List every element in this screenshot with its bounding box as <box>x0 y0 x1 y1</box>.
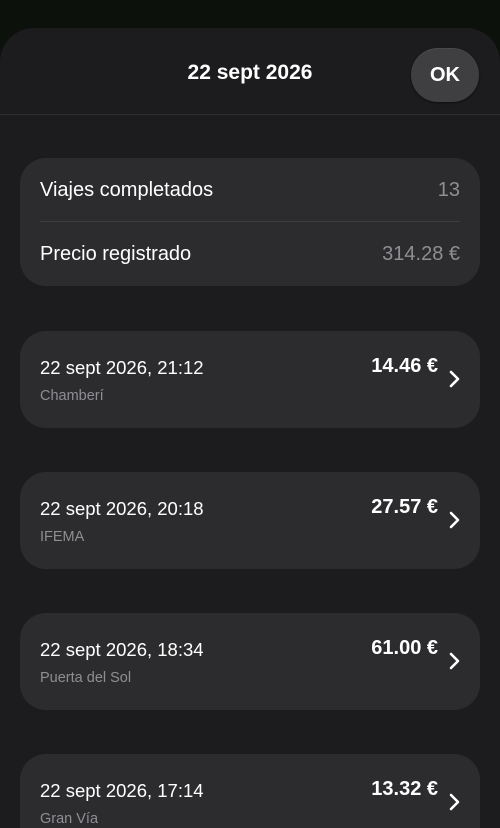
summary-label: Viajes completados <box>40 178 214 201</box>
trip-place: Puerta del Sol <box>40 670 132 686</box>
trip-price: 13.32 € <box>371 778 438 800</box>
chevron-right-icon <box>449 511 460 529</box>
trip-row[interactable]: 22 sept 2026, 18:34 Puerta del Sol 61.00… <box>20 613 480 710</box>
chevron-right-icon <box>449 370 460 388</box>
trip-row[interactable]: 22 sept 2026, 20:18 IFEMA 27.57 € <box>20 472 480 569</box>
trip-place: Chamberí <box>40 388 104 404</box>
trip-datetime: 22 sept 2026, 18:34 <box>40 639 204 660</box>
summary-label: Precio registrado <box>40 242 192 265</box>
trip-datetime: 22 sept 2026, 17:14 <box>40 780 204 801</box>
trip-price: 14.46 € <box>371 355 438 377</box>
trip-row[interactable]: 22 sept 2026, 17:14 Gran Vía 13.32 € <box>20 754 480 828</box>
trip-datetime: 22 sept 2026, 21:12 <box>40 357 204 378</box>
trip-place: IFEMA <box>40 529 85 545</box>
summary-row-recorded-price: Precio registrado 314.28 € <box>40 222 460 286</box>
sheet-header: 22 sept 2026 OK <box>0 28 500 115</box>
trip-price: 27.57 € <box>371 496 438 518</box>
chevron-right-icon <box>449 652 460 670</box>
trip-place: Gran Vía <box>40 811 99 827</box>
trip-datetime: 22 sept 2026, 20:18 <box>40 498 204 519</box>
trip-price: 61.00 € <box>371 637 438 659</box>
summary-value: 13 <box>437 178 460 201</box>
summary-row-completed-trips: Viajes completados 13 <box>40 158 460 222</box>
ok-button[interactable]: OK <box>411 48 479 102</box>
trip-summary-sheet: 22 sept 2026 OK Viajes completados 13 Pr… <box>0 28 500 828</box>
trip-row[interactable]: 22 sept 2026, 21:12 Chamberí 14.46 € <box>20 331 480 428</box>
summary-value: 314.28 € <box>382 242 460 265</box>
chevron-right-icon <box>449 793 460 811</box>
summary-card: Viajes completados 13 Precio registrado … <box>20 158 480 286</box>
